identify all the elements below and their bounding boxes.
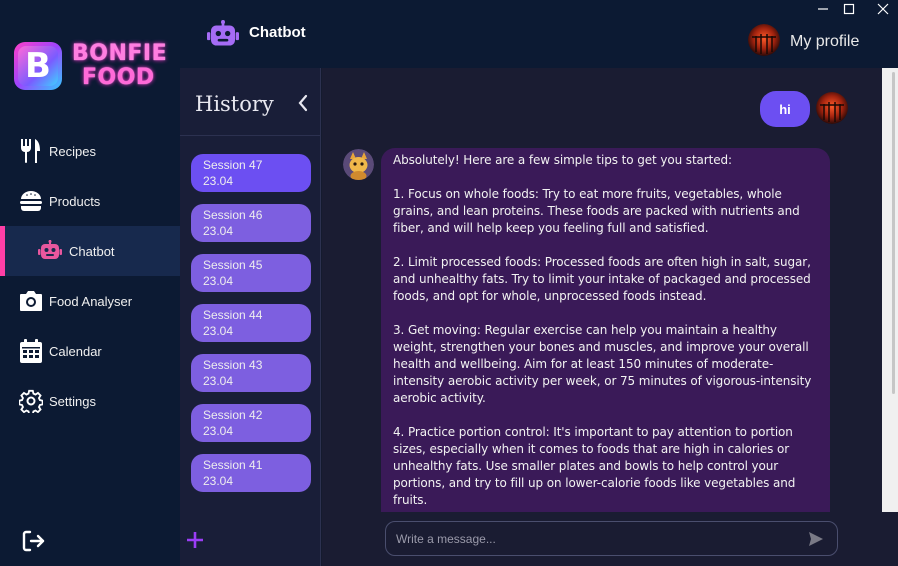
- session-name: Session 47: [203, 158, 263, 172]
- session-date: 23.04: [203, 224, 234, 238]
- sidebar-item-label: Products: [49, 193, 101, 209]
- page-title: Chatbot: [249, 24, 306, 41]
- message-composer: [385, 521, 838, 556]
- session-item[interactable]: Session 42 23.04: [191, 404, 311, 442]
- scrollbar-thumb[interactable]: [892, 72, 895, 394]
- minimize-icon: [817, 0, 829, 19]
- maximize-button[interactable]: [836, 0, 862, 18]
- bot-message-paragraph: Absolutely! Here are a few simple tips t…: [393, 153, 732, 167]
- logo-line1: BONFIE: [72, 41, 168, 66]
- bot-message-paragraph: 1. Focus on whole foods: Try to eat more…: [393, 187, 800, 235]
- close-icon: [877, 0, 889, 19]
- app-logo: B BONFIE FOOD: [14, 42, 169, 92]
- minimize-button[interactable]: [810, 0, 836, 18]
- logout-icon: [22, 530, 46, 556]
- logo-line2: FOOD: [82, 65, 155, 90]
- profile-button[interactable]: My profile: [748, 24, 859, 56]
- gear-icon: [19, 389, 43, 413]
- session-date: 23.04: [203, 374, 234, 388]
- session-item[interactable]: Session 44 23.04: [191, 304, 311, 342]
- user-message-bubble: hi: [760, 91, 810, 127]
- fork-knife-icon: [19, 139, 43, 163]
- profile-label: My profile: [790, 33, 860, 50]
- session-date: 23.04: [203, 324, 234, 338]
- sidebar-item-products[interactable]: Products: [0, 176, 180, 226]
- plus-icon: [187, 532, 203, 548]
- session-name: Session 44: [203, 308, 263, 322]
- sidebar-item-settings[interactable]: Settings: [0, 376, 180, 426]
- session-item[interactable]: Session 45 23.04: [191, 254, 311, 292]
- sidebar-item-food-analyser[interactable]: Food Analyser: [0, 276, 180, 326]
- sidebar-item-label: Food Analyser: [49, 293, 133, 309]
- bot-message-paragraph: 3. Get moving: Regular exercise can help…: [393, 323, 812, 405]
- session-item[interactable]: Session 47 23.04: [191, 154, 311, 192]
- session-date: 23.04: [203, 474, 234, 488]
- sidebar-item-label: Calendar: [49, 343, 102, 359]
- sidebar-item-recipes[interactable]: Recipes: [0, 126, 180, 176]
- session-name: Session 45: [203, 258, 263, 272]
- send-button[interactable]: [808, 531, 824, 551]
- robot-icon: [38, 239, 62, 263]
- session-name: Session 46: [203, 208, 263, 222]
- send-icon: [809, 532, 823, 546]
- logout-button[interactable]: [22, 530, 46, 554]
- new-session-button[interactable]: [186, 531, 204, 553]
- sidebar-item-label: Settings: [49, 393, 96, 409]
- chevron-left-icon[interactable]: [297, 94, 309, 116]
- session-name: Session 43: [203, 358, 263, 372]
- calendar-icon: [19, 339, 43, 363]
- logo-letter: B: [18, 46, 58, 86]
- bot-message-paragraph: 4. Practice portion control: It's import…: [393, 425, 796, 507]
- camera-icon: [19, 289, 43, 313]
- session-item[interactable]: Session 43 23.04: [191, 354, 311, 392]
- session-item[interactable]: Session 41 23.04: [191, 454, 311, 492]
- sidebar-item-calendar[interactable]: Calendar: [0, 326, 180, 376]
- session-name: Session 42: [203, 408, 263, 422]
- avatar: [748, 24, 780, 56]
- bot-message-bubble: Absolutely! Here are a few simple tips t…: [381, 148, 830, 512]
- maximize-icon: [843, 0, 855, 19]
- logo-badge: B: [14, 42, 62, 90]
- history-panel: History Session 47 23.04 Session 46 23.0…: [180, 68, 321, 566]
- burger-icon: [19, 189, 43, 213]
- sidebar-item-chatbot[interactable]: Chatbot: [0, 226, 180, 276]
- history-title: History: [195, 92, 274, 116]
- bot-avatar: [343, 149, 374, 180]
- logo-text: BONFIE FOOD: [72, 42, 172, 90]
- top-bar: Chatbot My profile: [180, 0, 898, 68]
- divider: [180, 135, 321, 136]
- robot-icon: [207, 20, 239, 51]
- session-name: Session 41: [203, 458, 263, 472]
- chat-bottom-strip: [882, 512, 898, 566]
- sidebar-item-label: Chatbot: [69, 243, 115, 259]
- sidebar: B BONFIE FOOD Recipes Products Chatbot F…: [0, 0, 180, 566]
- avatar: [816, 92, 848, 124]
- sidebar-item-label: Recipes: [49, 143, 96, 159]
- chat-scrollbar[interactable]: [882, 68, 898, 512]
- session-date: 23.04: [203, 274, 234, 288]
- bot-message-paragraph: 2. Limit processed foods: Processed food…: [393, 255, 811, 303]
- close-button[interactable]: [870, 0, 896, 18]
- session-item[interactable]: Session 46 23.04: [191, 204, 311, 242]
- message-input[interactable]: [396, 530, 796, 548]
- session-date: 23.04: [203, 174, 234, 188]
- session-date: 23.04: [203, 424, 234, 438]
